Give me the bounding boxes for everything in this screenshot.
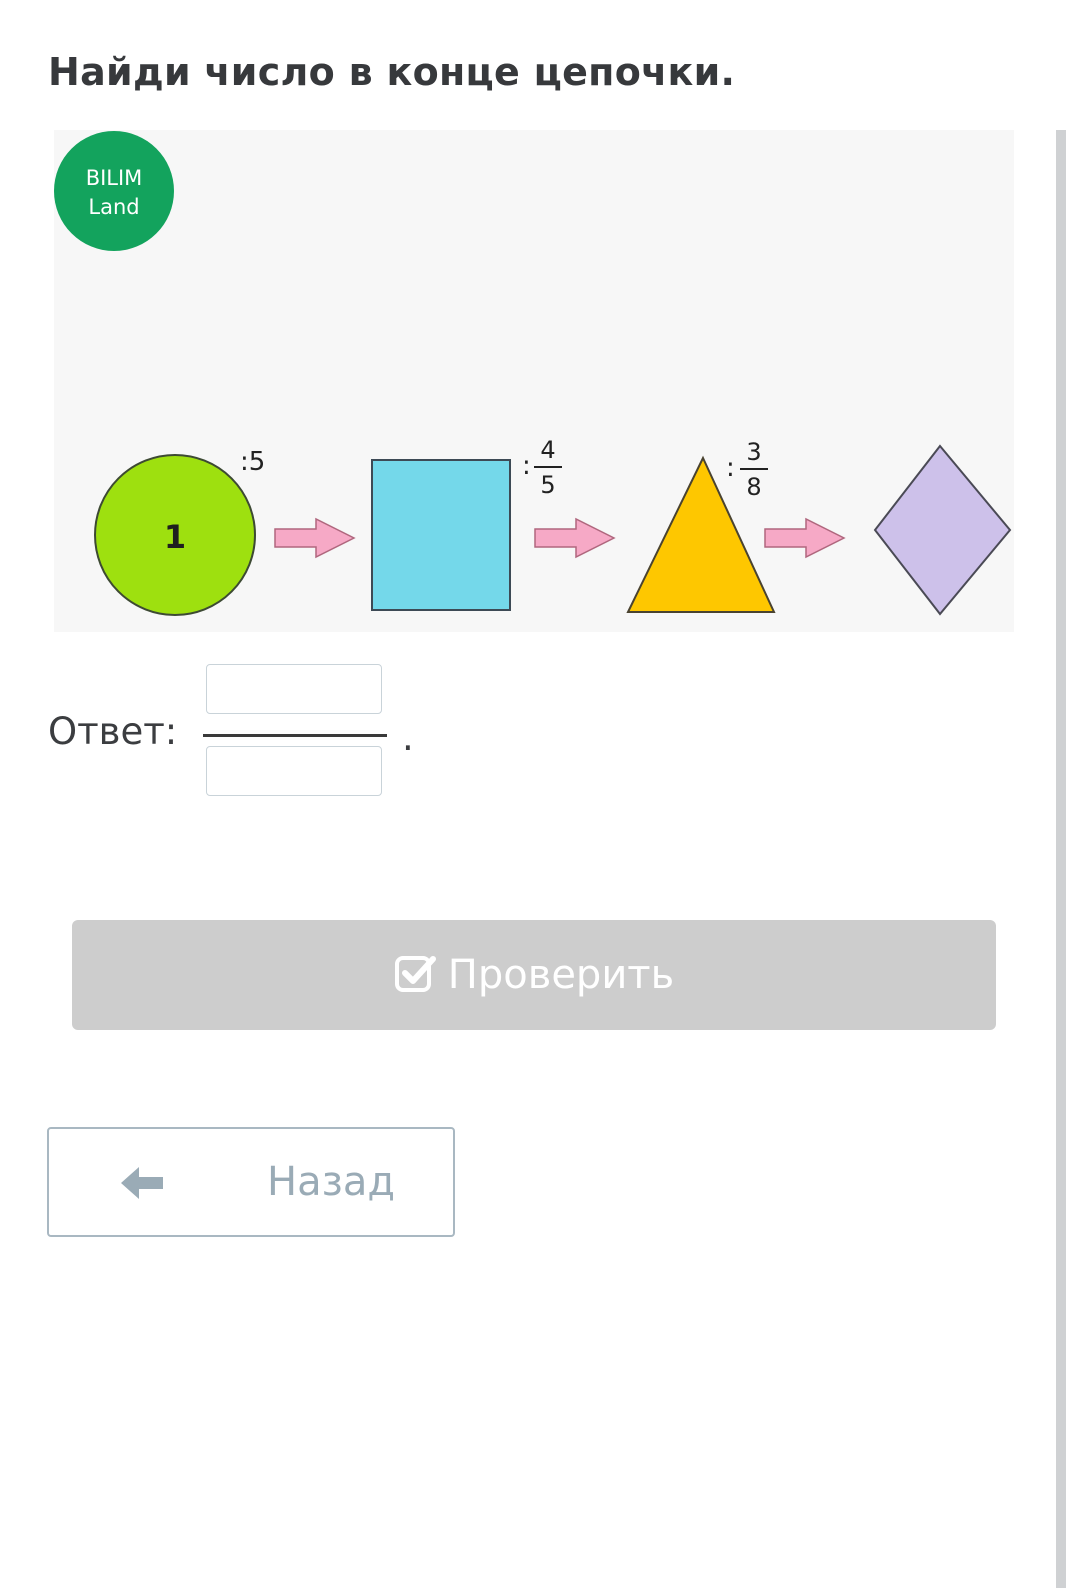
logo-circle: [54, 131, 174, 251]
chain-diagram: BILIM Land 1 :5 : 4 5 : 3 8: [54, 131, 1012, 616]
denominator-input[interactable]: [206, 746, 382, 796]
operation-3-denominator: 8: [746, 473, 761, 501]
answer-label: Ответ:: [48, 710, 178, 753]
back-button[interactable]: Назад: [47, 1127, 455, 1237]
back-button-label: Назад: [267, 1159, 396, 1205]
operation-3-colon: :: [726, 453, 735, 483]
check-button[interactable]: Проверить: [72, 920, 996, 1030]
page: Найди число в конце цепочки. BILIM Land …: [0, 0, 1080, 1588]
operation-2-colon: :: [522, 451, 531, 481]
operation-1: :5: [240, 447, 265, 477]
checkbox-check-icon: [394, 956, 436, 992]
start-value: 1: [164, 518, 186, 556]
operation-3-numerator: 3: [746, 438, 761, 466]
bilimland-logo: BILIM Land: [54, 131, 174, 251]
arrow-left-icon: [121, 1167, 163, 1199]
numerator-input[interactable]: [206, 664, 382, 714]
arrow-1: [274, 517, 356, 559]
question-title: Найди число в конце цепочки.: [48, 50, 736, 94]
scrollbar[interactable]: [1056, 130, 1066, 1588]
arrow-3: [764, 517, 846, 559]
diamond-shape: [873, 444, 1012, 616]
square-shape: [371, 459, 511, 611]
answer-trailing-dot: .: [402, 716, 414, 759]
arrow-2: [534, 517, 616, 559]
logo-text-line1: BILIM: [86, 166, 143, 190]
answer-fraction-bar: [203, 734, 387, 737]
operation-2-denominator: 5: [540, 471, 555, 499]
logo-text-line2: Land: [88, 195, 139, 219]
task-figure: BILIM Land 1 :5 : 4 5 : 3 8: [54, 130, 1014, 632]
check-button-label: Проверить: [447, 952, 675, 998]
operation-2-numerator: 4: [540, 436, 555, 464]
